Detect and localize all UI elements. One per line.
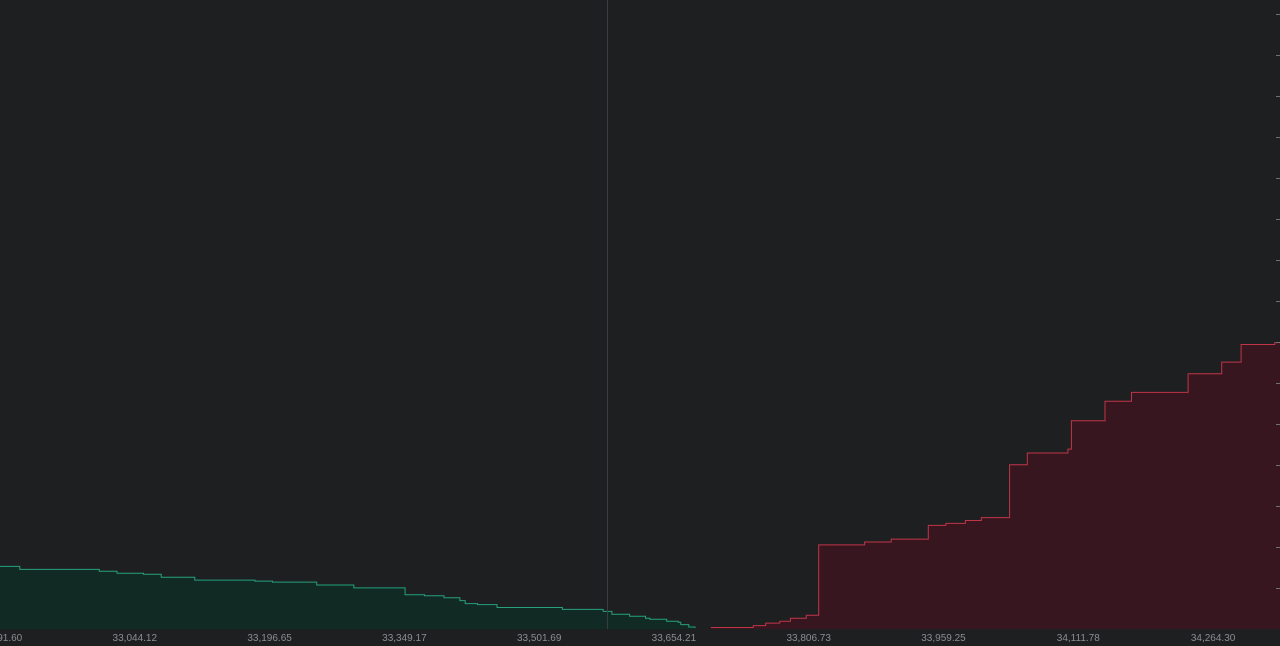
x-tick-label: 32,891.60 [0,633,23,644]
x-tick-label: 33,959.25 [921,633,966,644]
x-tick-label: 33,196.65 [247,633,292,644]
ask-depth-area [710,342,1280,629]
x-tick-label: 34,111.78 [1057,633,1100,644]
x-tick-label: 33,654.21 [652,633,697,644]
depth-chart: 32,891.60 33,044.12 33,196.65 33,349.17 33,5… [0,0,1280,646]
x-tick-label: 33,349.17 [382,633,427,644]
x-tick-label: 34,264.30 [1191,633,1236,644]
depth-areas [0,342,1280,629]
depth-chart-svg: 32,891.60 33,044.12 33,196.65 33,349.17 33,5… [0,0,1280,644]
x-tick-label: 33,501.69 [517,633,562,644]
x-tick-label: 33,806.73 [786,633,831,644]
x-axis-labels: 32,891.60 33,044.12 33,196.65 33,349.17 33,5… [0,633,1236,644]
bid-depth-area [0,566,695,629]
x-tick-label: 33,044.12 [113,633,158,644]
